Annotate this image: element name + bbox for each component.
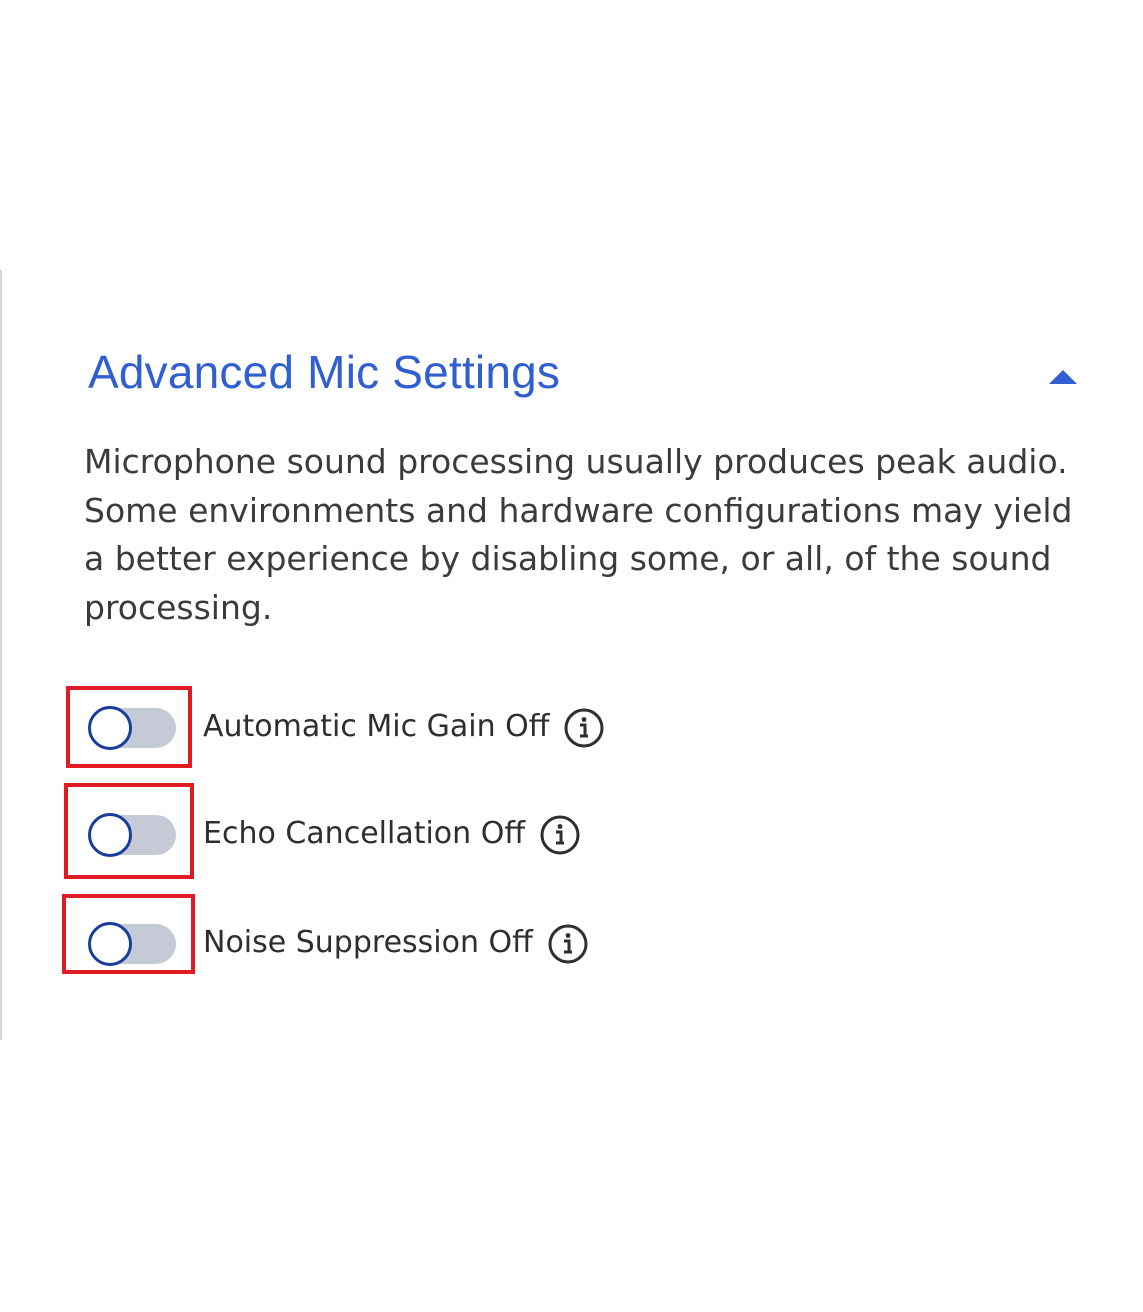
info-icon[interactable]	[547, 923, 589, 965]
option-label-row: Automatic Mic Gain Off	[203, 706, 605, 749]
noise-suppression-toggle[interactable]	[88, 922, 176, 966]
option-label-row: Echo Cancellation Off	[203, 813, 581, 856]
toggle-knob	[88, 813, 132, 857]
noise-suppression-label: Noise Suppression Off	[203, 925, 533, 960]
option-label-row: Noise Suppression Off	[203, 922, 589, 965]
section-header[interactable]: Advanced Mic Settings	[88, 340, 1088, 404]
toggle-knob	[88, 706, 132, 750]
panel-divider	[0, 270, 2, 1040]
automatic-mic-gain-toggle[interactable]	[88, 706, 176, 750]
option-row-automatic-mic-gain: Automatic Mic Gain Off	[62, 686, 762, 770]
option-row-echo-cancellation: Echo Cancellation Off	[62, 783, 762, 879]
section-title: Advanced Mic Settings	[88, 346, 561, 398]
echo-cancellation-label: Echo Cancellation Off	[203, 816, 525, 851]
info-icon[interactable]	[539, 814, 581, 856]
toggle-knob	[88, 922, 132, 966]
caret-up-icon[interactable]	[1043, 358, 1083, 388]
echo-cancellation-toggle[interactable]	[88, 813, 176, 857]
info-icon[interactable]	[563, 707, 605, 749]
option-row-noise-suppression: Noise Suppression Off	[62, 894, 762, 978]
automatic-mic-gain-label: Automatic Mic Gain Off	[203, 709, 550, 744]
section-description: Microphone sound processing usually prod…	[84, 442, 1073, 627]
